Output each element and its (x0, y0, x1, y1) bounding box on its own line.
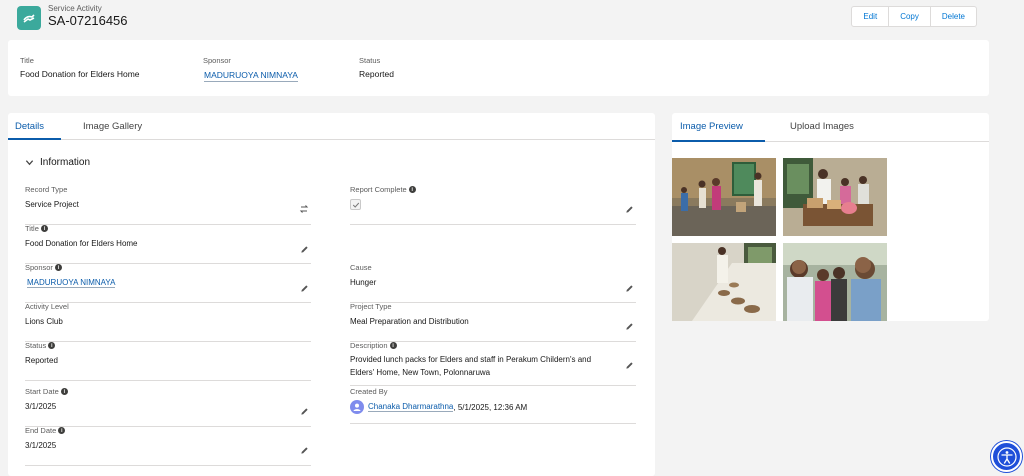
active-tab-indicator (8, 138, 61, 140)
title-label: Title i (25, 224, 48, 233)
description-value: Provided lunch packs for Elders and staf… (350, 355, 592, 377)
change-record-type-icon[interactable] (299, 204, 309, 214)
info-icon[interactable]: i (408, 186, 416, 193)
user-avatar-icon (350, 400, 364, 414)
edit-cause-pencil-icon[interactable] (624, 283, 634, 293)
info-icon[interactable]: i (58, 427, 66, 434)
preview-tabbar: Image Preview Upload Images (672, 113, 989, 142)
end-date-value: 3/1/2025 (25, 441, 57, 450)
info-icon[interactable]: i (60, 388, 68, 395)
cause-label: Cause (350, 263, 372, 272)
tab-details[interactable]: Details (15, 121, 44, 132)
details-card: Details Image Gallery Information Record… (8, 113, 655, 476)
info-icon[interactable]: i (48, 342, 56, 349)
activity-level-value: Lions Club (25, 317, 63, 326)
highlights-panel: Title Food Donation for Elders Home Spon… (8, 40, 989, 96)
created-by-timestamp: , 5/1/2025, 12:36 AM (453, 402, 528, 412)
edit-project-type-pencil-icon[interactable] (624, 321, 634, 331)
start-date-label: Start Date i (25, 387, 68, 396)
active-tab-indicator (672, 140, 765, 142)
chevron-down-icon (25, 160, 34, 166)
field-cause: Cause Hunger (350, 263, 636, 303)
edit-title-pencil-icon[interactable] (299, 244, 309, 254)
field-description: Description i Provided lunch packs for El… (350, 341, 636, 386)
field-created-by: Created By Chanaka Dharmarathna , 5/1/20… (350, 387, 636, 424)
highlight-title-value: Food Donation for Elders Home (20, 69, 140, 79)
tab-image-preview[interactable]: Image Preview (680, 121, 743, 132)
description-label: Description i (350, 341, 397, 350)
field-record-type: Record Type Service Project (25, 185, 311, 225)
record-name: SA-07216456 (48, 13, 128, 28)
edit-start-date-pencil-icon[interactable] (299, 406, 309, 416)
copy-button[interactable]: Copy (889, 7, 931, 26)
activity-level-label: Activity Level (25, 302, 69, 311)
tab-upload-images[interactable]: Upload Images (790, 121, 854, 132)
title-value: Food Donation for Elders Home (25, 239, 138, 248)
created-by-value: Chanaka Dharmarathna , 5/1/2025, 12:36 A… (350, 400, 527, 414)
gallery-photo-3[interactable] (672, 243, 776, 321)
field-activity-level: Activity Level Lions Club (25, 302, 311, 342)
information-section-toggle[interactable]: Information (25, 157, 90, 168)
field-project-type: Project Type Meal Preparation and Distri… (350, 302, 636, 342)
section-title: Information (40, 157, 91, 168)
field-sponsor: Sponsor i MADURUOYA NIMNAYA (25, 263, 311, 303)
service-activity-icon (17, 6, 41, 30)
report-complete-checkbox (350, 199, 361, 210)
end-date-label: End Date i (25, 426, 66, 435)
created-by-user-link[interactable]: Chanaka Dharmarathna (368, 402, 454, 412)
field-start-date: Start Date i 3/1/2025 (25, 387, 311, 427)
edit-button[interactable]: Edit (852, 7, 890, 26)
details-tabbar: Details Image Gallery (8, 113, 655, 140)
start-date-value: 3/1/2025 (25, 402, 57, 411)
info-icon[interactable]: i (40, 225, 48, 232)
edit-report-complete-pencil-icon[interactable] (624, 204, 634, 214)
record-actions: Edit Copy Delete (851, 6, 977, 27)
edit-end-date-pencil-icon[interactable] (299, 445, 309, 455)
tab-image-gallery[interactable]: Image Gallery (83, 121, 142, 132)
field-end-date: End Date i 3/1/2025 (25, 426, 311, 466)
accessibility-button[interactable] (991, 441, 1022, 472)
project-type-label: Project Type (350, 302, 392, 311)
field-report-complete: Report Complete i (350, 185, 636, 225)
object-type-label: Service Activity (48, 4, 102, 13)
accessibility-icon (996, 446, 1017, 467)
highlight-title-label: Title (20, 56, 34, 65)
sponsor-link[interactable]: MADURUOYA NIMNAYA (27, 278, 116, 288)
edit-sponsor-pencil-icon[interactable] (299, 283, 309, 293)
highlight-sponsor-link[interactable]: MADURUOYA NIMNAYA (204, 70, 298, 82)
field-title: Title i Food Donation for Elders Home (25, 224, 311, 264)
delete-button[interactable]: Delete (931, 7, 976, 26)
gallery-photo-1[interactable] (672, 158, 776, 236)
highlight-status-value: Reported (359, 69, 394, 79)
gallery-photo-2[interactable] (783, 158, 887, 236)
status-value: Reported (25, 356, 58, 365)
image-preview-card: Image Preview Upload Images (672, 113, 989, 321)
report-complete-label: Report Complete i (350, 185, 416, 194)
record-type-value: Service Project (25, 200, 79, 209)
cause-value: Hunger (350, 278, 377, 287)
checkmark-icon (352, 202, 359, 208)
field-status: Status i Reported (25, 341, 311, 381)
info-icon[interactable]: i (54, 264, 62, 271)
highlight-sponsor-label: Sponsor (203, 56, 231, 65)
created-by-label: Created By (350, 387, 388, 396)
edit-description-pencil-icon[interactable] (624, 360, 634, 370)
gallery-photo-4[interactable] (783, 243, 887, 321)
project-type-value: Meal Preparation and Distribution (350, 317, 469, 326)
highlight-status-label: Status (359, 56, 381, 65)
info-icon[interactable]: i (389, 342, 397, 349)
status-label: Status i (25, 341, 56, 350)
sponsor-label: Sponsor i (25, 263, 62, 272)
record-type-label: Record Type (25, 185, 68, 194)
